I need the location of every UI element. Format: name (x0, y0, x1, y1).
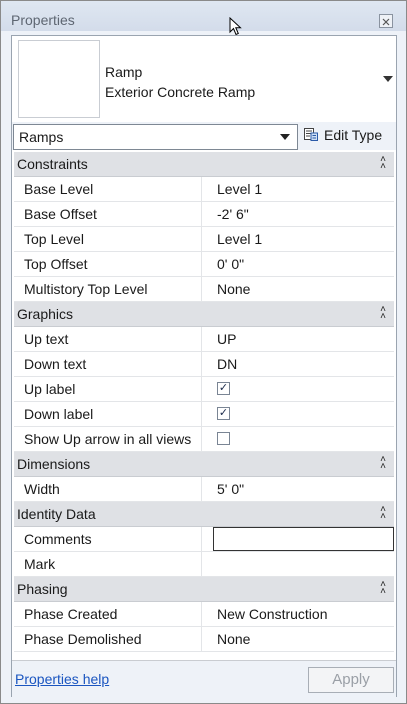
category-filter-value: Ramps (19, 129, 64, 145)
group-dimensions[interactable]: Dimensions ˄ ˄ (14, 452, 394, 477)
property-row-up-text: Up text UP (14, 327, 394, 352)
title-bar[interactable]: Properties (1, 1, 406, 36)
edit-type-button[interactable]: Edit Type (304, 125, 396, 147)
property-label: Width (14, 477, 202, 501)
properties-panel: Properties Ramp Exterior Concrete Ramp R… (0, 0, 407, 704)
property-row-top-level: Top Level Level 1 (14, 227, 394, 252)
show-up-arrow-checkbox[interactable] (217, 431, 230, 445)
family-name: Ramp (105, 64, 143, 80)
cursor-arrow-icon (229, 17, 242, 36)
property-row-multistory-top-level: Multistory Top Level None (14, 277, 394, 302)
group-label: Phasing (17, 581, 68, 597)
collapse-icon[interactable]: ˄ ˄ (380, 505, 386, 522)
panel-title: Properties (11, 12, 75, 28)
edit-type-icon (304, 128, 318, 141)
property-row-down-text: Down text DN (14, 352, 394, 377)
edit-type-label: Edit Type (324, 127, 383, 143)
mark-field[interactable] (213, 552, 394, 576)
down-label-checkbox[interactable]: ✓ (217, 406, 230, 420)
properties-help-link[interactable]: Properties help (15, 671, 109, 687)
up-text-value[interactable]: UP (213, 327, 394, 351)
group-label: Dimensions (17, 456, 91, 472)
property-label: Down label (14, 402, 202, 426)
property-label: Base Level (14, 177, 202, 201)
group-phasing[interactable]: Phasing ˄ ˄ (14, 577, 394, 602)
down-text-value[interactable]: DN (213, 352, 394, 376)
collapse-icon[interactable]: ˄ ˄ (380, 580, 386, 597)
group-label: Constraints (17, 156, 88, 172)
filter-toolbar: Ramps Edit Type (12, 122, 396, 150)
phase-demolished-value[interactable]: None (213, 627, 394, 651)
group-constraints[interactable]: Constraints ˄ ˄ (14, 152, 394, 177)
property-row-width: Width 5' 0" (14, 477, 394, 502)
property-label: Mark (14, 552, 202, 576)
group-graphics[interactable]: Graphics ˄ ˄ (14, 302, 394, 327)
group-identity-data[interactable]: Identity Data ˄ ˄ (14, 502, 394, 527)
property-label: Base Offset (14, 202, 202, 226)
property-label: Phase Created (14, 602, 202, 626)
show-up-arrow-value (213, 427, 394, 451)
property-row-base-level: Base Level Level 1 (14, 177, 394, 202)
close-icon[interactable] (379, 14, 393, 28)
apply-button[interactable]: Apply (308, 667, 394, 693)
group-label: Graphics (17, 306, 74, 322)
property-row-comments: Comments (14, 527, 394, 552)
phase-created-value[interactable]: New Construction (213, 602, 394, 626)
width-value[interactable]: 5' 0" (213, 477, 394, 501)
property-row-show-up-arrow: Show Up arrow in all views (14, 427, 394, 452)
property-label: Down text (14, 352, 202, 376)
type-name: Exterior Concrete Ramp (105, 84, 256, 100)
property-label: Multistory Top Level (14, 277, 202, 301)
property-row-mark: Mark (14, 552, 394, 577)
type-selector-dropdown-icon[interactable] (383, 76, 393, 82)
property-row-phase-demolished: Phase Demolished None (14, 627, 394, 652)
base-offset-value[interactable]: -2' 6" (213, 202, 394, 226)
property-row-base-offset: Base Offset -2' 6" (14, 202, 394, 227)
properties-content: Ramp Exterior Concrete Ramp Ramps Edit T… (11, 35, 397, 697)
collapse-icon[interactable]: ˄ ˄ (380, 455, 386, 472)
group-label: Identity Data (17, 506, 96, 522)
multistory-top-level-value[interactable]: None (213, 277, 394, 301)
chevron-down-icon (280, 134, 290, 140)
property-label: Phase Demolished (14, 627, 202, 651)
up-label-value: ✓ (213, 377, 394, 401)
property-row-phase-created: Phase Created New Construction (14, 602, 394, 627)
category-filter-dropdown[interactable]: Ramps (13, 124, 298, 150)
top-level-value[interactable]: Level 1 (213, 227, 394, 251)
property-label: Top Level (14, 227, 202, 251)
panel-footer: Properties help Apply (12, 660, 396, 697)
property-row-down-label: Down label ✓ (14, 402, 394, 427)
up-label-checkbox[interactable]: ✓ (217, 381, 230, 395)
down-label-value: ✓ (213, 402, 394, 426)
property-grid: Constraints ˄ ˄ Base Level Level 1 Base O… (14, 152, 394, 652)
property-row-up-label: Up label ✓ (14, 377, 394, 402)
property-label: Comments (14, 527, 202, 551)
base-level-value[interactable]: Level 1 (213, 177, 394, 201)
type-preview-thumbnail (18, 40, 100, 118)
collapse-icon[interactable]: ˄ ˄ (380, 305, 386, 322)
property-label: Show Up arrow in all views (14, 427, 202, 451)
collapse-icon[interactable]: ˄ ˄ (380, 155, 386, 172)
property-row-top-offset: Top Offset 0' 0" (14, 252, 394, 277)
property-label: Top Offset (14, 252, 202, 276)
comments-field[interactable] (213, 527, 394, 551)
top-offset-value[interactable]: 0' 0" (213, 252, 394, 276)
property-label: Up label (14, 377, 202, 401)
property-label: Up text (14, 327, 202, 351)
type-selector[interactable]: Ramp Exterior Concrete Ramp (14, 38, 394, 120)
